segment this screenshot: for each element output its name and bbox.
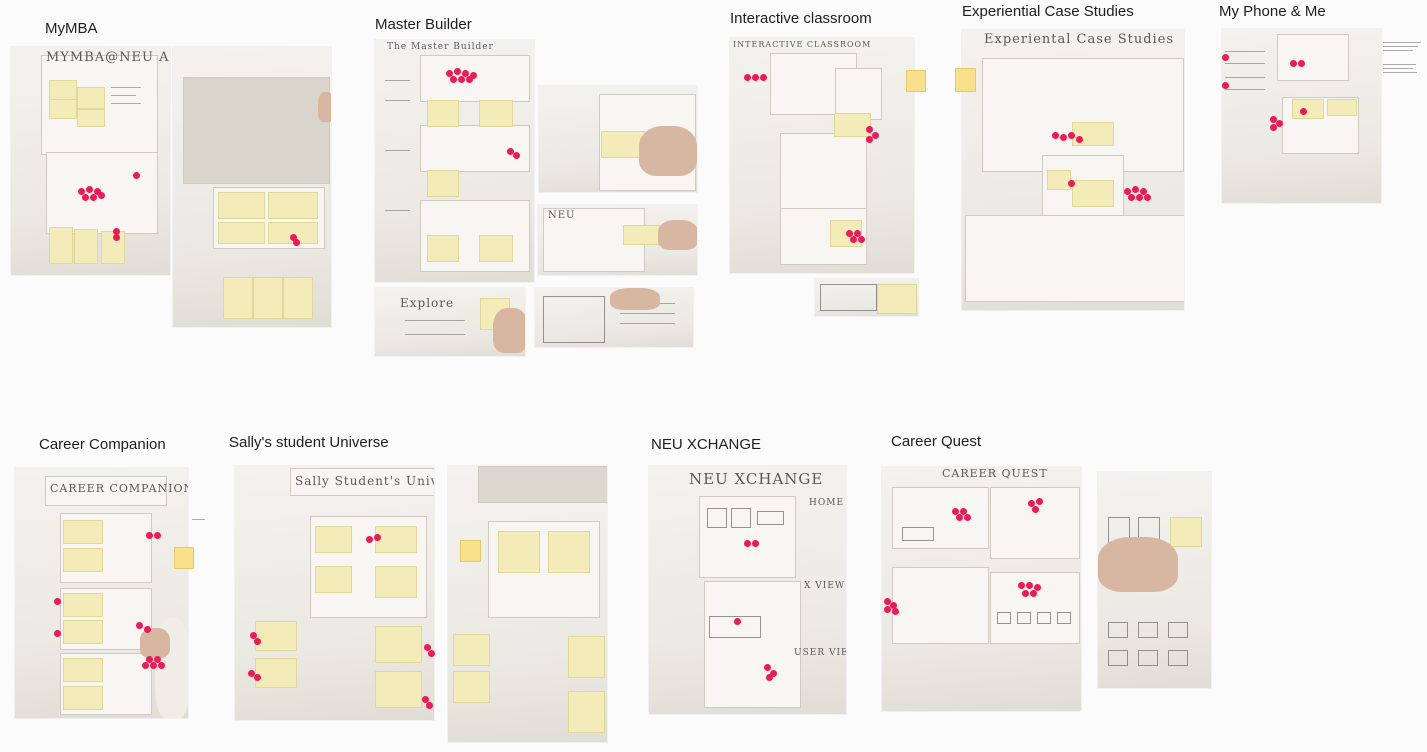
annotation-lines-my-phone-me	[1383, 40, 1423, 80]
group-title-experiential-case-studies: Experiential Case Studies	[962, 3, 1134, 20]
prototype-photo-career-quest-2[interactable]	[1098, 472, 1211, 688]
prototype-photo-master-builder-5[interactable]	[535, 288, 693, 347]
prototype-photo-mymba-1[interactable]: MYMBA@NEU APP	[11, 47, 170, 275]
prototype-photo-interactive-classroom-2[interactable]	[815, 279, 918, 316]
group-title-mymba: MyMBA	[45, 20, 98, 37]
group-title-career-quest: Career Quest	[891, 433, 982, 450]
group-title-master-builder: Master Builder	[375, 16, 472, 33]
group-title-neu-xchange: NEU XCHANGE	[651, 436, 762, 453]
prototype-photo-master-builder-3[interactable]: NEU	[538, 205, 697, 275]
prototype-photo-career-companion[interactable]: CAREER COMPANION	[15, 468, 188, 718]
sticky-note-experiential-case-studies	[955, 68, 976, 92]
prototype-photo-my-phone-me[interactable]	[1222, 29, 1381, 203]
sticky-note-interactive-classroom	[906, 70, 926, 92]
group-title-sallys-student-universe: Sally's student Universe	[229, 434, 389, 451]
prototype-photo-sallys-student-universe-1[interactable]: Sally Student's Unive	[235, 466, 434, 720]
group-title-my-phone-me: My Phone & Me	[1219, 3, 1326, 20]
dash-career-companion	[192, 519, 205, 520]
prototype-photo-mymba-2[interactable]	[173, 47, 331, 327]
prototype-photo-career-quest-1[interactable]: CAREER QUEST	[882, 467, 1081, 711]
group-title-interactive-classroom: Interactive classroom	[730, 10, 872, 27]
sticky-note-sallys-student-universe	[460, 540, 481, 562]
prototype-photo-neu-xchange[interactable]: NEU XCHANGE HOME X VIEW USER VIEW	[649, 466, 846, 714]
prototype-photo-master-builder-4[interactable]: Explore	[375, 288, 525, 356]
prototype-photo-master-builder-1[interactable]: The Master Builder	[375, 40, 534, 282]
prototype-photo-interactive-classroom-1[interactable]: INTERACTIVE CLASSROOM	[730, 38, 914, 273]
sticky-note-career-companion	[174, 547, 194, 569]
prototype-photo-sallys-student-universe-2[interactable]	[448, 466, 607, 742]
prototype-photo-master-builder-2[interactable]	[539, 86, 697, 192]
group-title-career-companion: Career Companion	[39, 436, 166, 453]
prototype-photo-experiential-case-studies[interactable]: Experiental Case Studies	[962, 30, 1184, 310]
